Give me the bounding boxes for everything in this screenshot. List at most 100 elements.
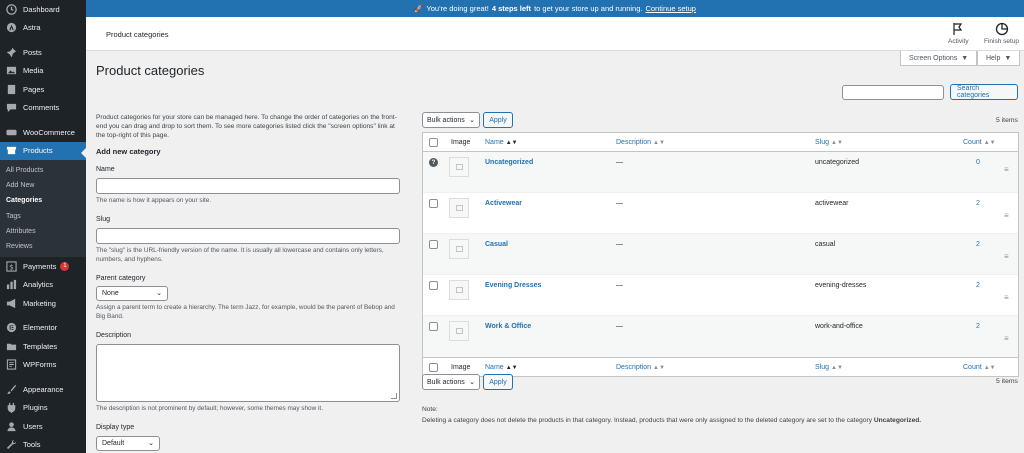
menu-appearance[interactable]: Appearance [0, 380, 86, 399]
current-menu-arrow [81, 148, 86, 158]
chevron-down-icon: ⌄ [469, 117, 475, 124]
menu-payments[interactable]: $ Payments 1 [0, 257, 86, 276]
display-type-label: Display type [96, 424, 135, 432]
column-slug-sort[interactable]: Slug ▲▼ [815, 139, 843, 146]
woocommerce-icon [5, 126, 17, 138]
menu-tools[interactable]: Tools [0, 436, 86, 453]
description-textarea[interactable] [96, 344, 400, 403]
submenu-reviews[interactable]: Reviews [0, 239, 86, 254]
select-all-checkbox-footer[interactable] [429, 363, 438, 372]
menu-wpforms[interactable]: WPForms [0, 356, 86, 375]
column-name-sort[interactable]: Name ▲▼ [485, 139, 518, 146]
chevron-down-icon: ⌄ [148, 439, 154, 447]
menu-plugins[interactable]: Plugins [0, 399, 86, 418]
resize-grip-icon[interactable] [391, 393, 397, 400]
row-checkbox[interactable] [429, 199, 438, 208]
rocket-icon: 🚀 [414, 4, 424, 13]
menu-pages[interactable]: Pages [0, 80, 86, 99]
drag-handle-icon[interactable]: ≡ [1004, 165, 1009, 174]
slug-input[interactable] [96, 227, 400, 244]
payments-badge: 1 [60, 261, 70, 271]
category-count-link[interactable]: 2 [976, 282, 980, 289]
row-checkbox[interactable] [429, 322, 438, 331]
column-slug-sort[interactable]: Slug ▲▼ [815, 364, 843, 371]
column-name-sort[interactable]: Name ▲▼ [485, 364, 518, 371]
menu-dashboard[interactable]: Dashboard [0, 0, 86, 19]
category-description: — [616, 241, 623, 248]
column-image: Image [451, 138, 471, 146]
select-all-checkbox[interactable] [429, 138, 438, 147]
category-name-link[interactable]: Uncategorized [485, 159, 533, 166]
admin-sidebar: Dashboard Astra Posts Media Pages Commen… [0, 0, 86, 453]
menu-media[interactable]: Media [0, 62, 86, 81]
chevron-down-icon: ⌄ [156, 290, 162, 298]
submenu-attributes[interactable]: Attributes [0, 224, 86, 239]
bulk-actions-select-top[interactable]: Bulk actions ⌄ [422, 112, 480, 128]
pin-icon [5, 46, 17, 58]
category-count-link[interactable]: 0 [976, 159, 980, 166]
column-description-sort[interactable]: Description ▲▼ [616, 364, 665, 371]
column-description-sort[interactable]: Description ▲▼ [616, 139, 665, 146]
category-count-link[interactable]: 2 [976, 200, 980, 207]
column-count-sort[interactable]: Count ▲▼ [963, 139, 996, 146]
apply-button-top[interactable]: Apply [483, 112, 513, 128]
submenu-tags[interactable]: Tags [0, 209, 86, 224]
image-placeholder-icon [449, 239, 469, 259]
screen-options-button[interactable]: Screen Options ▼ [900, 51, 978, 66]
table-row: Work & Office — work-and-office 2 ≡ [423, 316, 1018, 357]
menu-products[interactable]: Products [0, 141, 86, 160]
menu-woocommerce[interactable]: WooCommerce [0, 123, 86, 142]
category-name-link[interactable]: Work & Office [485, 323, 531, 330]
category-count-link[interactable]: 2 [976, 241, 980, 248]
help-button[interactable]: Help ▼ [977, 51, 1021, 66]
setup-notice-bar: 🚀 You're doing great! 4 steps left to ge… [86, 0, 1024, 17]
menu-astra[interactable]: Astra [0, 19, 86, 38]
activity-button[interactable]: Activity [948, 22, 969, 45]
category-name-link[interactable]: Activewear [485, 200, 522, 207]
row-checkbox[interactable] [429, 281, 438, 290]
category-name-link[interactable]: Evening Dresses [485, 282, 541, 289]
intro-text: Product categories for your store can be… [96, 114, 397, 140]
wrench-icon [5, 439, 17, 451]
row-checkbox[interactable] [429, 240, 438, 249]
drag-handle-icon[interactable]: ≡ [1004, 252, 1009, 261]
menu-marketing[interactable]: Marketing [0, 294, 86, 313]
submenu-categories[interactable]: Categories [0, 193, 86, 208]
menu-posts[interactable]: Posts [0, 43, 86, 62]
drag-handle-icon[interactable]: ≡ [1004, 293, 1009, 302]
sort-icon: ▲▼ [831, 364, 843, 371]
menu-templates[interactable]: Templates [0, 337, 86, 356]
continue-setup-link[interactable]: Continue setup [645, 4, 695, 13]
slug-help: The "slug" is the URL-friendly version o… [96, 246, 384, 263]
drag-handle-icon[interactable]: ≡ [1004, 211, 1009, 220]
dollar-icon: $ [5, 260, 17, 272]
menu-elementor[interactable]: Elementor [0, 319, 86, 338]
delete-note: Note: Deleting a category does not delet… [422, 405, 921, 426]
sort-icon: ▲▼ [653, 139, 665, 146]
table-row: ? Uncategorized — uncategorized 0 ≡ [423, 152, 1018, 193]
menu-users[interactable]: Users [0, 417, 86, 436]
submenu-all-products[interactable]: All Products [0, 163, 86, 178]
category-name-link[interactable]: Casual [485, 241, 508, 248]
category-description: — [616, 282, 623, 289]
apply-button-bottom[interactable]: Apply [483, 374, 513, 390]
category-count-link[interactable]: 2 [976, 323, 980, 330]
parent-category-select[interactable]: None ⌄ [96, 286, 168, 302]
column-count-sort[interactable]: Count ▲▼ [963, 364, 996, 371]
help-circle-icon[interactable]: ? [429, 158, 438, 167]
search-categories-input[interactable] [842, 85, 944, 100]
menu-analytics[interactable]: Analytics [0, 276, 86, 295]
menu-comments[interactable]: Comments [0, 99, 86, 118]
woocommerce-header: Product categories Activity Finish setup [86, 17, 1024, 51]
note-title: Note: [422, 406, 438, 413]
comment-icon [5, 102, 17, 114]
search-categories-button[interactable]: Search categories [950, 84, 1018, 100]
dashboard-icon [5, 3, 17, 15]
bar-chart-icon [5, 279, 17, 291]
finish-setup-button[interactable]: Finish setup [984, 22, 1019, 45]
name-input[interactable] [96, 177, 400, 194]
display-type-select[interactable]: Default ⌄ [96, 435, 160, 451]
submenu-add-new[interactable]: Add New [0, 178, 86, 193]
bulk-actions-select-bottom[interactable]: Bulk actions ⌄ [422, 374, 480, 390]
drag-handle-icon[interactable]: ≡ [1004, 334, 1009, 343]
